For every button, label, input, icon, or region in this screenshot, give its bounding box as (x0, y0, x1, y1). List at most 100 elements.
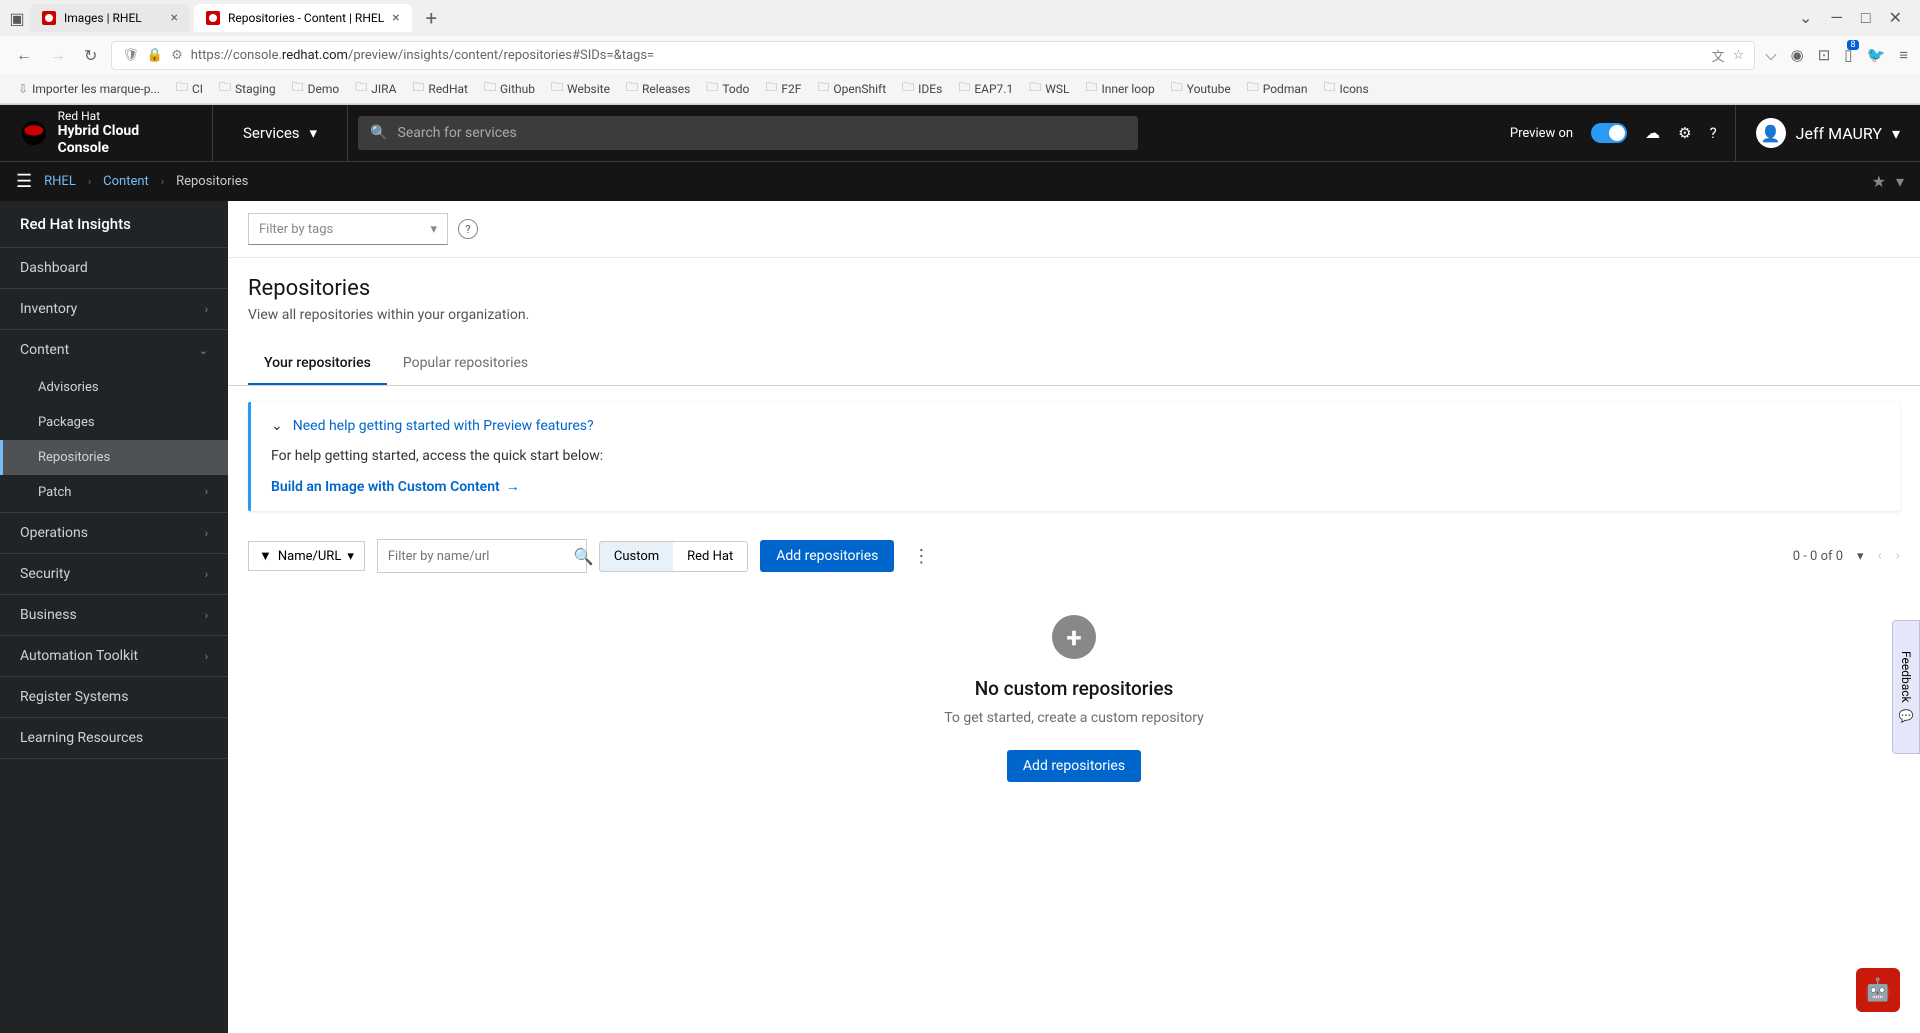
toggle-custom[interactable]: Custom (599, 541, 674, 572)
bookmark-folder[interactable]: 🗀JIRA (349, 75, 402, 102)
filter-type-dropdown[interactable]: ▼ Name/URL ▾ (248, 541, 365, 571)
help-icon[interactable]: ? (458, 219, 478, 239)
chevron-right-icon: › (88, 175, 91, 188)
chevron-down-icon[interactable]: ⌄ (1799, 8, 1812, 28)
tab-your-repos[interactable]: Your repositories (248, 343, 387, 385)
tab-popular-repos[interactable]: Popular repositories (387, 343, 544, 385)
browser-tab[interactable]: Repositories - Content | RHEL × (194, 4, 412, 32)
maximize-icon[interactable]: □ (1861, 8, 1871, 28)
add-repositories-button[interactable]: Add repositories (1007, 750, 1141, 782)
bookmark-folder[interactable]: 🗀Website (545, 75, 616, 102)
folder-icon: 🗀 (817, 78, 829, 99)
sidebar-item-operations[interactable]: Operations› (0, 513, 228, 554)
page-next-icon: › (1896, 548, 1900, 564)
minimize-icon[interactable]: ― (1830, 8, 1843, 28)
help-icon[interactable]: ? (1710, 124, 1717, 142)
global-search-input[interactable]: 🔍 Search for services (358, 116, 1138, 150)
breadcrumb-link[interactable]: RHEL (44, 174, 76, 189)
bookmark-folder[interactable]: 🗀RedHat (406, 75, 474, 102)
filter-search-input[interactable]: 🔍 (377, 539, 587, 573)
bookmark-folder[interactable]: 🗀CI (170, 75, 209, 102)
feedback-tab[interactable]: Feedback 💬 (1892, 620, 1920, 754)
bookmark-folder[interactable]: 🗀Releases (620, 75, 696, 102)
search-icon[interactable]: 🔍 (564, 547, 604, 566)
sidebar-item-security[interactable]: Security› (0, 554, 228, 595)
window-menu-icon[interactable]: ▣ (8, 9, 26, 27)
tab-title: Images | RHEL (64, 11, 142, 25)
preview-toggle[interactable] (1591, 123, 1627, 143)
permissions-icon[interactable]: ⚙ (171, 48, 183, 63)
gear-icon[interactable]: ⚙ (1678, 124, 1691, 142)
bookmark-folder[interactable]: 🗀Youtube (1165, 75, 1237, 102)
sidebar-item-advisories[interactable]: Advisories (0, 370, 228, 405)
sidebar-item-learning[interactable]: Learning Resources (0, 718, 228, 759)
bookmark-star-icon[interactable]: ☆ (1733, 48, 1745, 63)
bookmark-folder[interactable]: 🗀IDEs (896, 75, 948, 102)
sidebar-item-automation[interactable]: Automation Toolkit› (0, 636, 228, 677)
url-input[interactable]: 🛡 🔒 ⚙ https://console.redhat.com/preview… (111, 41, 1755, 70)
sidebar-item-patch[interactable]: Patch› (0, 475, 228, 513)
close-icon[interactable]: × (392, 10, 399, 26)
bookmark-folder[interactable]: 🗀Podman (1241, 75, 1314, 102)
close-window-icon[interactable]: ✕ (1889, 8, 1902, 28)
sidebar-item-business[interactable]: Business› (0, 595, 228, 636)
lock-icon[interactable]: 🔒 (147, 48, 163, 63)
toggle-redhat[interactable]: Red Hat (673, 542, 747, 571)
bookmark-folder[interactable]: 🗀EAP7.1 (952, 75, 1019, 102)
sidebar-toggle-icon[interactable]: ☰ (16, 171, 32, 192)
bookmark-folder[interactable]: 🗀Demo (286, 75, 346, 102)
add-repositories-button[interactable]: Add repositories (760, 540, 894, 572)
account-icon[interactable]: ◉ (1791, 46, 1804, 64)
shield-icon[interactable]: 🛡 (122, 48, 139, 63)
pocket-icon[interactable]: ⌵ (1765, 46, 1776, 64)
bookmark-folder[interactable]: 🗀OpenShift (811, 75, 892, 102)
info-toggle[interactable]: ⌄ Need help getting started with Preview… (271, 418, 1880, 434)
back-button[interactable]: ← (12, 41, 36, 69)
bookmark-folder[interactable]: 🗀Icons (1318, 75, 1375, 102)
user-menu[interactable]: 👤 Jeff MAURY ▾ (1735, 105, 1900, 161)
translate-icon[interactable]: 文 (1712, 46, 1725, 65)
menu-icon[interactable]: ≡ (1899, 46, 1908, 64)
sidebar-item-repositories[interactable]: Repositories (0, 440, 228, 475)
sidebar-item-packages[interactable]: Packages (0, 405, 228, 440)
sidebar-item-dashboard[interactable]: Dashboard (0, 248, 228, 289)
search-icon: 🔍 (370, 125, 387, 141)
sidebar-item-content[interactable]: Content⌄ (0, 330, 228, 370)
filter-tags-dropdown[interactable]: Filter by tags ▾ (248, 213, 448, 245)
empty-state: + No custom repositories To get started,… (228, 585, 1920, 822)
logo[interactable]: Red Hat Hybrid Cloud Console (0, 109, 212, 157)
breadcrumb-link[interactable]: Content (103, 174, 149, 189)
plus-circle-icon: + (1052, 615, 1096, 659)
sidebar-item-inventory[interactable]: Inventory› (0, 289, 228, 330)
caret-down-icon[interactable]: ▾ (1857, 549, 1864, 564)
kebab-menu-icon[interactable]: ⋮ (906, 546, 936, 567)
bookmark-import[interactable]: ⇩Importer les marque-p... (12, 79, 166, 99)
reload-button[interactable]: ↻ (80, 42, 101, 69)
cloud-icon[interactable]: ☁ (1645, 124, 1660, 142)
bookmark-folder[interactable]: 🗀Inner loop (1079, 75, 1160, 102)
folder-icon: 🗀 (412, 78, 424, 99)
notifications-icon[interactable]: ▯ (1844, 46, 1852, 64)
chevron-right-icon: › (205, 303, 208, 316)
quickstart-link[interactable]: Build an Image with Custom Content → (271, 478, 1880, 495)
bookmark-folder[interactable]: 🗀WSL (1023, 75, 1075, 102)
bookmark-folder[interactable]: 🗀Staging (213, 75, 282, 102)
user-name: Jeff MAURY (1796, 124, 1882, 143)
chat-button[interactable]: 🤖 (1856, 968, 1900, 1012)
repo-type-toggle: Custom Red Hat (599, 541, 748, 572)
bookmark-folder[interactable]: 🗀Todo (700, 75, 755, 102)
folder-icon: 🗀 (958, 78, 970, 99)
bookmark-folder[interactable]: 🗀F2F (759, 75, 807, 102)
close-icon[interactable]: × (171, 10, 178, 26)
twitter-icon[interactable]: 🐦 (1867, 46, 1886, 64)
favorite-star-icon[interactable]: ★ (1872, 172, 1886, 191)
folder-icon: 🗀 (484, 78, 496, 99)
caret-down-icon[interactable]: ▾ (1896, 172, 1904, 191)
caret-down-icon: ▾ (310, 124, 318, 142)
extensions-icon[interactable]: ⊡ (1818, 46, 1831, 64)
services-dropdown[interactable]: Services ▾ (212, 105, 348, 161)
bookmark-folder[interactable]: 🗀Github (478, 75, 541, 102)
sidebar-item-register[interactable]: Register Systems (0, 677, 228, 718)
browser-tab[interactable]: Images | RHEL × (30, 4, 190, 32)
new-tab-button[interactable]: + (416, 6, 447, 30)
